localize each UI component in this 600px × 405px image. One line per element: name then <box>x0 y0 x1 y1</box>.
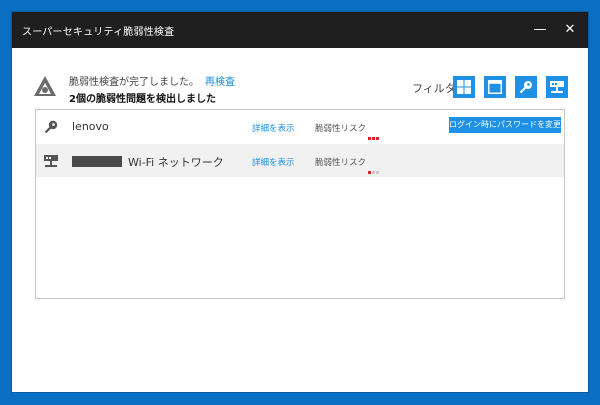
minimize-button[interactable]: — <box>530 20 550 40</box>
scan-complete-text: 脆弱性検査が完了しました。 <box>69 77 199 88</box>
risk-label: 脆弱性リスク <box>315 158 367 168</box>
window-title: スーパーセキュリティ脆弱性検査 <box>22 27 175 38</box>
risk-indicator <box>368 125 380 140</box>
filter-label: フィルタ <box>412 82 456 95</box>
redacted-ssid <box>72 156 122 167</box>
shield-scan-icon <box>34 76 56 96</box>
windows-icon <box>457 80 471 94</box>
risk-indicator <box>368 159 380 174</box>
issue-row-lenovo[interactable]: lenovo 詳細を表示 脆弱性リスク ログイン時にパスワードを変更 <box>36 110 564 143</box>
scan-status-text: 脆弱性検査が完了しました。 再検査 <box>69 73 235 88</box>
window-app-icon <box>488 80 502 94</box>
issue-count-text: 2個の脆弱性問題を検出しました <box>69 94 216 105</box>
filter-network-button[interactable] <box>546 76 568 98</box>
app-window: スーパーセキュリティ脆弱性検査 — ✕ 脆弱性検査が完了しました。 再検査 2個の… <box>12 12 588 392</box>
issue-list: lenovo 詳細を表示 脆弱性リスク ログイン時にパスワードを変更 Wi-Fi… <box>35 109 565 299</box>
issue-row-wifi[interactable]: Wi-Fi ネットワーク 詳細を表示 脆弱性リスク <box>36 144 564 177</box>
risk-dot <box>372 137 375 140</box>
risk-label: 脆弱性リスク <box>315 124 367 134</box>
filter-windows-button[interactable] <box>453 76 475 98</box>
filter-app-button[interactable] <box>484 76 506 98</box>
close-button[interactable]: ✕ <box>560 20 580 40</box>
issue-name: lenovo <box>72 120 109 133</box>
risk-dot <box>372 171 375 174</box>
rescan-link[interactable]: 再検査 <box>205 77 235 88</box>
show-details-link[interactable]: 詳細を表示 <box>252 156 295 168</box>
title-bar: スーパーセキュリティ脆弱性検査 — ✕ <box>12 12 588 48</box>
risk-dot <box>368 137 371 140</box>
issue-name: Wi-Fi ネットワーク <box>72 154 224 170</box>
risk-dot <box>376 171 379 174</box>
risk-dot <box>376 137 379 140</box>
filter-password-button[interactable] <box>515 76 537 98</box>
key-icon <box>44 120 58 134</box>
network-name: Wi-Fi ネットワーク <box>128 156 224 169</box>
network-icon <box>44 155 58 167</box>
key-icon <box>519 81 532 94</box>
show-details-link[interactable]: 詳細を表示 <box>252 122 295 134</box>
change-password-button[interactable]: ログイン時にパスワードを変更 <box>449 117 561 133</box>
network-icon <box>550 81 564 93</box>
risk-dot <box>368 171 371 174</box>
